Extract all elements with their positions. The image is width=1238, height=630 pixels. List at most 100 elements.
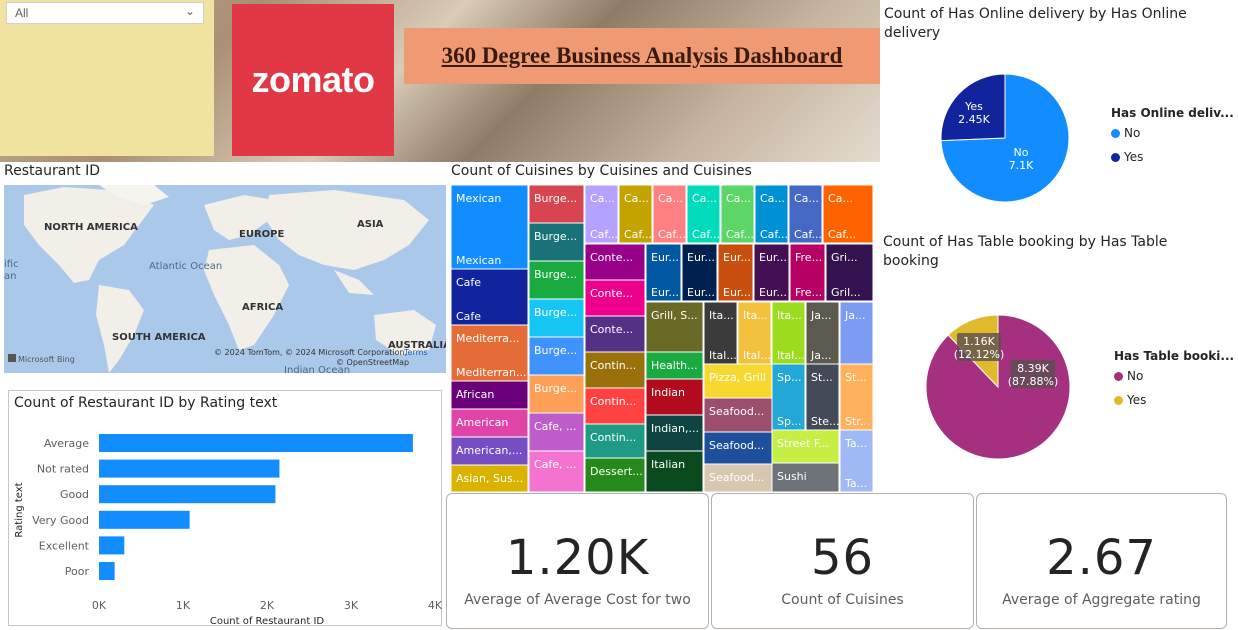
treemap-cell[interactable]: Contin... xyxy=(584,423,646,459)
treemap-cell-label: St... xyxy=(845,371,867,384)
treemap-cell[interactable]: Asian, Sus... xyxy=(451,464,529,492)
treemap-cell[interactable]: Ca... Caf... xyxy=(652,185,687,244)
treemap-cell[interactable]: Mediterra... Mediterran... xyxy=(451,324,529,382)
treemap-cell[interactable]: Burge... xyxy=(528,298,585,338)
treemap-cell[interactable]: Cafe, ... xyxy=(528,450,585,492)
treemap-cell-sublabel: Caf... xyxy=(692,228,720,241)
treemap-cell[interactable]: St... Str... xyxy=(839,363,873,431)
treemap-cell[interactable]: Ca... Caf... xyxy=(618,185,653,244)
restaurant-map[interactable]: NORTH AMERICA EUROPE ASIA AFRICA SOUTH A… xyxy=(4,185,446,373)
treemap-cell[interactable]: Ca... Caf... xyxy=(788,185,823,244)
treemap-cell-sublabel: Ital... xyxy=(743,349,771,362)
treemap-cell[interactable]: St... Ste... xyxy=(805,363,840,431)
bar[interactable] xyxy=(99,536,125,555)
pie-data-label: 8.39K xyxy=(1017,362,1049,375)
treemap-cell[interactable]: Burge... xyxy=(528,374,585,414)
bar[interactable] xyxy=(99,434,413,452)
treemap-cell[interactable]: Ca... Caf... xyxy=(754,185,789,244)
treemap-cell[interactable]: Cafe, ... xyxy=(528,412,585,452)
legend-item-yes[interactable]: Yes xyxy=(1111,150,1234,164)
treemap-cell[interactable]: Ca... Caf... xyxy=(686,185,721,244)
treemap-cell[interactable]: Ita... Ital... xyxy=(771,301,806,365)
treemap-cell[interactable]: Pizza, Grill xyxy=(703,363,773,399)
label-ocean-edge: an xyxy=(4,271,16,282)
treemap-cell[interactable]: Eur... Eur... xyxy=(753,243,790,302)
treemap-cell[interactable]: Eur... Eur... xyxy=(717,243,754,302)
treemap-cell-label: Ca... xyxy=(692,192,717,205)
treemap-cell-label: Contin... xyxy=(590,395,636,408)
treemap-cell-label: Burge... xyxy=(534,268,577,281)
kpi-card-avg-rating[interactable]: 2.67 Average of Aggregate rating xyxy=(976,493,1227,629)
treemap-cell[interactable]: Ja... Ja... xyxy=(805,301,840,365)
treemap-cell[interactable]: Ca... Caf... xyxy=(584,185,619,244)
treemap-cell-label: Cafe, ... xyxy=(534,420,577,433)
treemap-cell[interactable]: Contin... xyxy=(584,387,646,425)
treemap-cell[interactable]: Ita... Ital... xyxy=(703,301,738,365)
treemap-cell[interactable]: Eur... Eur... xyxy=(645,243,682,302)
treemap-cell[interactable]: Seafood... xyxy=(703,397,773,433)
bar[interactable] xyxy=(99,510,190,529)
map-terms-link[interactable]: Terms xyxy=(403,348,428,357)
treemap-cell[interactable]: Burge... xyxy=(528,260,585,300)
treemap-cell[interactable]: Indian,... xyxy=(645,414,704,452)
x-tick-label: 0K xyxy=(92,599,107,612)
treemap-cell[interactable]: Seafood... xyxy=(703,431,773,465)
treemap-cell[interactable]: African xyxy=(451,380,529,410)
kpi-value: 56 xyxy=(810,530,875,586)
treemap-cell-label: Dessert... xyxy=(590,465,643,478)
legend-item-yes[interactable]: Yes xyxy=(1114,393,1234,407)
bar[interactable] xyxy=(99,459,280,478)
treemap-cell[interactable]: Grill, S... xyxy=(645,301,704,353)
kpi-card-avg-cost[interactable]: 1.20K Average of Average Cost for two xyxy=(446,493,709,629)
online-delivery-pie[interactable]: No7.1K Yes2.45K xyxy=(930,70,1080,210)
dashboard-title-box: 360 Degree Business Analysis Dashboard xyxy=(404,28,880,84)
pie-data-label: (12.12%) xyxy=(954,348,1005,361)
bar[interactable] xyxy=(99,485,276,504)
treemap-cell[interactable]: Contin... xyxy=(584,351,646,389)
treemap-cell[interactable]: American,... xyxy=(451,436,529,466)
treemap-cell-sublabel: Mediterran... xyxy=(456,366,526,379)
treemap-cell[interactable]: Conte... xyxy=(584,279,646,317)
treemap-cell-sublabel: Fre... xyxy=(795,286,822,299)
treemap-cell[interactable]: Gri... Gril... xyxy=(825,243,873,302)
online-delivery-pie-title: Count of Has Online delivery by Has Onli… xyxy=(884,6,1187,41)
treemap-cell[interactable]: Ca... Caf... xyxy=(720,185,755,244)
treemap-cell[interactable]: Sushi xyxy=(771,462,840,492)
treemap-cell[interactable]: Burge... xyxy=(528,185,585,224)
filter-dropdown[interactable]: All ⌄ xyxy=(6,2,204,24)
filter-dropdown-value: All xyxy=(15,6,29,20)
treemap-cell[interactable]: Fre... Fre... xyxy=(789,243,826,302)
treemap-cell[interactable]: Ja... xyxy=(839,301,873,365)
cuisines-treemap[interactable]: MexicanMexicanCafeCafeMediterra...Medite… xyxy=(451,185,873,492)
bar[interactable] xyxy=(99,562,115,580)
treemap-cell[interactable]: Indian xyxy=(645,378,704,416)
treemap-cell[interactable]: Eur... Eur... xyxy=(681,243,718,302)
treemap-cell[interactable]: Ca... Caf... xyxy=(822,185,873,244)
bar-category-label: Very Good xyxy=(32,514,89,527)
treemap-cell[interactable]: Conte... xyxy=(584,243,646,281)
treemap-cell-label: Ca... xyxy=(726,192,751,205)
treemap-cell[interactable]: Ita... Ital... xyxy=(737,301,772,365)
treemap-cell[interactable]: Conte... xyxy=(584,315,646,353)
world-map-svg: NORTH AMERICA EUROPE ASIA AFRICA SOUTH A… xyxy=(4,185,446,373)
table-booking-pie[interactable]: 8.39K(87.88%) 1.16K(12.12%) xyxy=(920,300,1070,470)
treemap-cell[interactable]: Ta... Ta... xyxy=(839,429,873,492)
treemap-cell[interactable]: Street F... xyxy=(771,429,840,464)
treemap-cell[interactable]: Cafe Cafe xyxy=(451,268,529,326)
treemap-cell-sublabel: Mexican xyxy=(456,254,501,267)
treemap-cell[interactable]: Mexican Mexican xyxy=(451,185,529,270)
legend-item-no[interactable]: No xyxy=(1114,369,1234,383)
legend-item-no[interactable]: No xyxy=(1111,126,1234,140)
treemap-cell[interactable]: Sp... Sp... xyxy=(771,363,806,431)
treemap-cell[interactable]: Burge... xyxy=(528,222,585,262)
treemap-cell[interactable]: Dessert... xyxy=(584,457,646,492)
label-atlantic: Atlantic Ocean xyxy=(149,261,222,272)
treemap-cell-label: Ca... xyxy=(590,192,615,205)
treemap-cell[interactable]: Italian xyxy=(645,450,704,492)
treemap-cell[interactable]: Seafood... xyxy=(703,463,773,492)
treemap-cell[interactable]: Burge... xyxy=(528,336,585,376)
treemap-cell[interactable]: American xyxy=(451,408,529,438)
online-delivery-legend: Has Online deliv... No Yes xyxy=(1111,106,1234,164)
kpi-card-cuisines-count[interactable]: 56 Count of Cuisines xyxy=(711,493,974,629)
treemap-cell[interactable]: Health... xyxy=(645,351,704,380)
